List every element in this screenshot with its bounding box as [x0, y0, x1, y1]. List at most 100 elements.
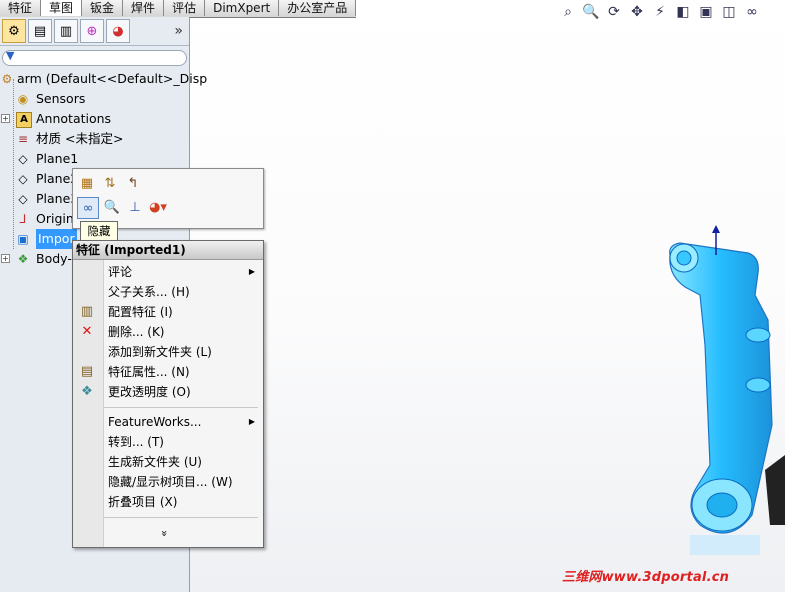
menu-separator	[104, 517, 258, 518]
zoom-area-icon[interactable]: 🔍	[581, 3, 601, 21]
edit-feature-icon[interactable]: ▦	[77, 173, 97, 193]
tree-root-label: arm (Default<<Default>_Disp	[17, 71, 208, 86]
hide-show-icon[interactable]: ∞	[742, 3, 762, 21]
display-manager-icon[interactable]: ◕	[106, 19, 130, 43]
transparency-icon: ❖	[81, 384, 93, 399]
tree-item-label: Plane1	[36, 151, 79, 166]
arm-model-graphic	[669, 225, 785, 555]
menu-item-hide-show-tree[interactable]: 隐藏/显示树项目... (W)	[73, 472, 263, 492]
menu-item-collapse[interactable]: 折叠项目 (X)	[73, 492, 263, 512]
sensors-icon: ◉	[17, 92, 29, 106]
context-toolbar-row2: ∞ 🔍 ⊥ ◕▾	[77, 197, 168, 219]
tree-item-label: Annotations	[36, 111, 112, 126]
menu-item-label: FeatureWorks...	[108, 415, 202, 429]
tree-item-label: Impor	[36, 229, 77, 249]
delete-icon: ✕	[81, 324, 93, 339]
menu-item-label: 评论	[108, 265, 133, 279]
menu-item-label: 更改透明度 (O)	[108, 385, 191, 399]
tab-weldments[interactable]: 焊件	[123, 0, 165, 16]
menu-item-comment[interactable]: 评论 ▶	[73, 262, 263, 282]
menu-expand-button[interactable]: »	[158, 530, 171, 537]
origin-icon: ⅃	[19, 212, 27, 226]
menu-item-featureworks[interactable]: FeatureWorks... ▶	[73, 412, 263, 432]
view-orientation-icon[interactable]: ▣	[696, 3, 716, 21]
pan-icon[interactable]: ✥	[627, 3, 647, 21]
plane-icon: ◇	[18, 152, 28, 166]
menu-item-label: 删除... (K)	[108, 325, 165, 339]
appearance-icon[interactable]: ◕▾	[148, 197, 168, 217]
tree-item-label: Body-	[36, 251, 72, 266]
expand-toggle[interactable]: +	[1, 114, 10, 123]
heads-up-view-toolbar: ⌕ 🔍 ⟳ ✥ ⚡ ◧ ▣ ◫ ∞	[558, 3, 762, 21]
configuration-manager-icon[interactable]: ▥	[54, 19, 78, 43]
imported-icon: ▣	[17, 232, 29, 246]
plane-icon: ◇	[18, 192, 28, 206]
body-icon: ❖	[17, 252, 29, 266]
submenu-arrow-icon: ▶	[248, 417, 255, 426]
property-manager-icon[interactable]: ▤	[28, 19, 52, 43]
context-toolbar: ▦ ⇅ ↰ ∞ 🔍 ⊥ ◕▾	[72, 168, 264, 229]
menu-item-label: 添加到新文件夹 (L)	[108, 345, 212, 359]
menu-item-label: 特征属性... (N)	[108, 365, 190, 379]
panel-toolbar: ⚙ ▤ ▥ ⊕ ◕ »	[0, 17, 189, 46]
tab-sheet-metal[interactable]: 钣金	[82, 0, 124, 16]
tab-evaluate[interactable]: 评估	[164, 0, 206, 16]
filter-field[interactable]: ▼	[2, 49, 187, 66]
tooltip: 隐藏	[80, 221, 118, 242]
expand-toggle[interactable]: +	[1, 254, 10, 263]
section-view-icon[interactable]: ⚡	[650, 3, 670, 21]
menu-item-delete[interactable]: ✕ 删除... (K)	[73, 322, 263, 342]
configure-feature-icon: ▥	[80, 304, 94, 319]
context-toolbar-row1: ▦ ⇅ ↰	[77, 173, 143, 193]
tree-item-sensors[interactable]: ◉ Sensors	[0, 89, 189, 109]
rollback-icon[interactable]: ⇅	[100, 173, 120, 193]
menu-item-new-folder[interactable]: 生成新文件夹 (U)	[73, 452, 263, 472]
submenu-arrow-icon: ▶	[248, 267, 255, 276]
menu-item-label: 父子关系... (H)	[108, 285, 190, 299]
zoom-to-fit-icon[interactable]: ⌕	[558, 3, 578, 21]
tab-office-products[interactable]: 办公室产品	[279, 0, 357, 16]
parent-child-icon[interactable]: ↰	[123, 173, 143, 193]
feature-properties-icon: ▤	[80, 364, 94, 379]
filter-icon: ▼	[6, 49, 15, 62]
menu-item-label: 生成新文件夹 (U)	[108, 455, 202, 469]
tree-item-material[interactable]: ≡ 材质 <未指定>	[0, 129, 189, 149]
watermark: 三维网www.3dportal.cn	[562, 570, 730, 585]
tree-item-label: Sensors	[36, 91, 86, 106]
menu-item-feature-properties[interactable]: ▤ 特征属性... (N)	[73, 362, 263, 382]
menu-item-configure-feature[interactable]: ▥ 配置特征 (I)	[73, 302, 263, 322]
arm-model[interactable]	[660, 225, 785, 558]
menu-item-go-to[interactable]: 转到... (T)	[73, 432, 263, 452]
zoom-to-selection-icon[interactable]: 🔍	[102, 197, 122, 217]
feature-manager-icon[interactable]: ⚙	[2, 19, 26, 43]
context-menu-header: 特征 (Imported1)	[73, 241, 263, 260]
menu-item-label: 隐藏/显示树项目... (W)	[108, 475, 233, 489]
menu-item-label: 折叠项目 (X)	[108, 495, 178, 509]
menu-item-parent-child[interactable]: 父子关系... (H)	[73, 282, 263, 302]
hide-icon[interactable]: ∞	[77, 197, 99, 219]
display-style-icon[interactable]: ◧	[673, 3, 693, 21]
dimxpert-manager-icon[interactable]: ⊕	[80, 19, 104, 43]
context-menu: 特征 (Imported1) 评论 ▶ 父子关系... (H) ▥ 配置特征 (…	[72, 240, 264, 548]
panel-more-button[interactable]: »	[174, 23, 183, 39]
material-icon: ≡	[17, 132, 29, 146]
tab-sketch[interactable]: 草图	[41, 0, 83, 16]
menu-item-label: 配置特征 (I)	[108, 305, 173, 319]
part-icon: ⚙	[1, 72, 13, 86]
tab-dimxpert[interactable]: DimXpert	[205, 0, 280, 16]
tree-item-label: 材质 <未指定>	[36, 131, 124, 146]
tree-item-annotations[interactable]: + A Annotations	[0, 109, 189, 129]
command-manager-tabs: 特征 草图 钣金 焊件 评估 DimXpert 办公室产品	[0, 0, 357, 18]
box-view-icon[interactable]: ◫	[719, 3, 739, 21]
rotate-icon[interactable]: ⟳	[604, 3, 624, 21]
menu-item-add-to-folder[interactable]: 添加到新文件夹 (L)	[73, 342, 263, 362]
tab-features[interactable]: 特征	[0, 0, 42, 16]
plane-icon: ◇	[18, 172, 28, 186]
tree-root[interactable]: ⚙ arm (Default<<Default>_Disp	[0, 69, 208, 89]
menu-item-change-transparency[interactable]: ❖ 更改透明度 (O)	[73, 382, 263, 402]
menu-item-label: 转到... (T)	[108, 435, 164, 449]
normal-to-icon[interactable]: ⊥	[125, 197, 145, 217]
menu-separator	[104, 407, 258, 408]
tree-item-plane1[interactable]: ◇ Plane1	[0, 149, 189, 169]
tree-item-label: Origin	[36, 211, 74, 226]
